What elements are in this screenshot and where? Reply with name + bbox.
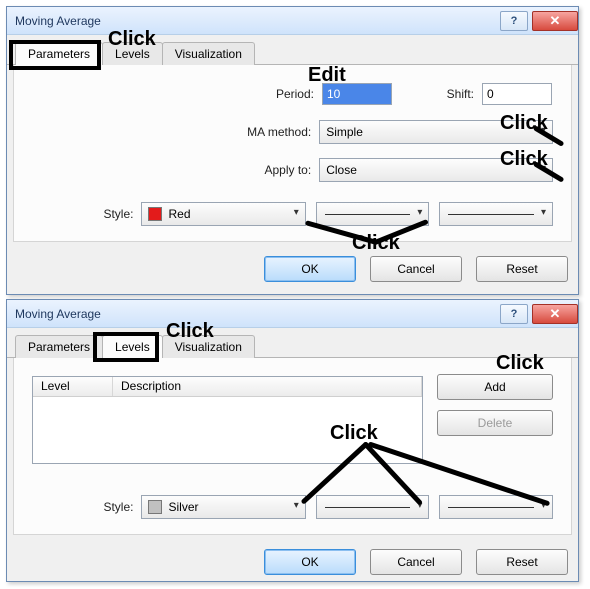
close-icon: ✕ [550, 13, 561, 29]
tab-levels[interactable]: Levels [102, 335, 163, 358]
method-value: Simple [326, 125, 363, 139]
dialog-buttons: OK Cancel Reset [7, 541, 578, 585]
parameters-panel: Period: Shift: MA method: Simple Apply t… [13, 65, 572, 242]
close-icon: ✕ [550, 306, 561, 322]
titlebar[interactable]: Moving Average ? ✕ [7, 300, 578, 328]
ok-button[interactable]: OK [264, 256, 356, 282]
apply-dropdown[interactable]: Close [319, 158, 553, 182]
apply-label: Apply to: [32, 163, 319, 177]
help-button[interactable]: ? [500, 304, 528, 324]
reset-button[interactable]: Reset [476, 256, 568, 282]
shift-input[interactable] [482, 83, 552, 105]
style-line-dropdown[interactable] [316, 202, 430, 226]
help-icon: ? [511, 308, 518, 320]
shift-label: Shift: [392, 87, 482, 101]
style-color-dropdown[interactable]: Red [141, 202, 305, 226]
tabs: Parameters Levels Visualization [7, 35, 578, 65]
tab-visualization[interactable]: Visualization [162, 42, 255, 65]
method-label: MA method: [32, 125, 319, 139]
tabs: Parameters Levels Visualization [7, 328, 578, 358]
style-label: Style: [32, 500, 141, 514]
style-width-dropdown[interactable] [439, 495, 553, 519]
help-icon: ? [511, 15, 518, 27]
ok-button[interactable]: OK [264, 549, 356, 575]
style-color-dropdown[interactable]: Silver [141, 495, 305, 519]
close-button[interactable]: ✕ [532, 304, 578, 324]
tab-levels[interactable]: Levels [102, 42, 163, 65]
levels-side-buttons: Add Delete [437, 372, 553, 464]
levels-panel: Level Description Add Delete Style: Silv… [13, 358, 572, 535]
style-width-dropdown[interactable] [439, 202, 553, 226]
period-input[interactable] [322, 83, 392, 105]
tab-parameters[interactable]: Parameters [15, 335, 103, 358]
window-title: Moving Average [15, 14, 101, 28]
reset-button[interactable]: Reset [476, 549, 568, 575]
column-level[interactable]: Level [33, 377, 113, 396]
tab-visualization[interactable]: Visualization [162, 335, 255, 358]
style-color-value: Silver [168, 500, 198, 514]
period-label: Period: [32, 87, 322, 101]
titlebar[interactable]: Moving Average ? ✕ [7, 7, 578, 35]
style-line-dropdown[interactable] [316, 495, 430, 519]
levels-list-header: Level Description [33, 377, 422, 397]
cancel-button[interactable]: Cancel [370, 256, 462, 282]
window-title: Moving Average [15, 307, 101, 321]
delete-button: Delete [437, 410, 553, 436]
method-dropdown[interactable]: Simple [319, 120, 553, 144]
help-button[interactable]: ? [500, 11, 528, 31]
color-swatch-icon [148, 207, 162, 221]
levels-list[interactable]: Level Description [32, 376, 423, 464]
close-button[interactable]: ✕ [532, 11, 578, 31]
tab-parameters[interactable]: Parameters [15, 42, 103, 65]
apply-value: Close [326, 163, 357, 177]
cancel-button[interactable]: Cancel [370, 549, 462, 575]
add-button[interactable]: Add [437, 374, 553, 400]
style-label: Style: [32, 207, 141, 221]
moving-average-dialog-parameters: Moving Average ? ✕ Parameters Levels Vis… [6, 6, 579, 295]
dialog-buttons: OK Cancel Reset [7, 248, 578, 292]
style-color-value: Red [168, 207, 190, 221]
column-description[interactable]: Description [113, 377, 422, 396]
moving-average-dialog-levels: Moving Average ? ✕ Parameters Levels Vis… [6, 299, 579, 582]
color-swatch-icon [148, 500, 162, 514]
